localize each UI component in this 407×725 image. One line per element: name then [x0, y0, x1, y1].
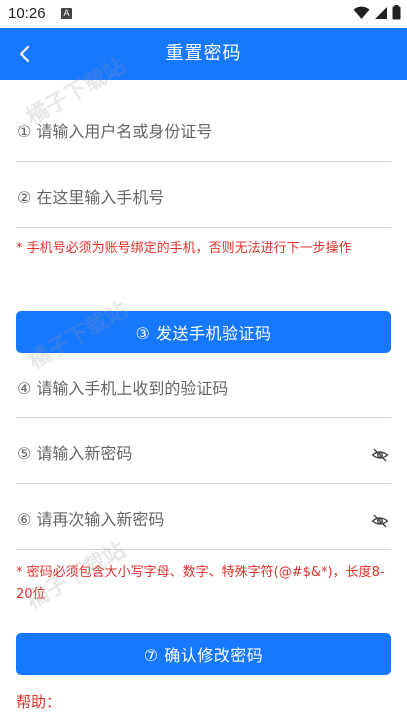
signal-icon: [375, 6, 387, 19]
status-bar: 10:26 A: [0, 0, 407, 28]
help-label: 帮助：: [16, 693, 62, 711]
reset-password-form: * 手机号必须为账号绑定的手机，否则无法进行下一步操作 ③ 发送手机验证码 * …: [0, 80, 407, 712]
verification-code-input[interactable]: [16, 378, 391, 398]
phone-input[interactable]: [16, 188, 391, 207]
status-icons: [353, 5, 401, 20]
battery-icon: [392, 5, 401, 20]
code-field: [16, 353, 391, 418]
page-title: 重置密码: [165, 43, 242, 64]
eye-off-icon[interactable]: [371, 446, 389, 464]
eye-off-icon[interactable]: [371, 512, 389, 530]
new-password-input[interactable]: [16, 444, 391, 463]
phone-field: [16, 162, 391, 228]
phone-note: * 手机号必须为账号绑定的手机，否则无法进行下一步操作: [16, 241, 352, 256]
new-password-field: [16, 418, 391, 484]
confirm-change-button[interactable]: ⑦ 确认修改密码: [16, 633, 391, 675]
status-time: 10:26: [8, 5, 46, 22]
password-note: * 密码必须包含大小写字母、数字、特殊字符(@#$&*)，长度8-20位: [16, 565, 385, 602]
app-bar: 重置密码: [0, 28, 407, 80]
username-field: [16, 80, 391, 162]
confirm-password-field: [16, 484, 391, 550]
username-input[interactable]: [16, 122, 391, 141]
send-code-button[interactable]: ③ 发送手机验证码: [16, 311, 391, 353]
confirm-password-input[interactable]: [16, 510, 391, 529]
notification-badge-icon: A: [61, 8, 72, 19]
wifi-icon: [353, 6, 370, 19]
